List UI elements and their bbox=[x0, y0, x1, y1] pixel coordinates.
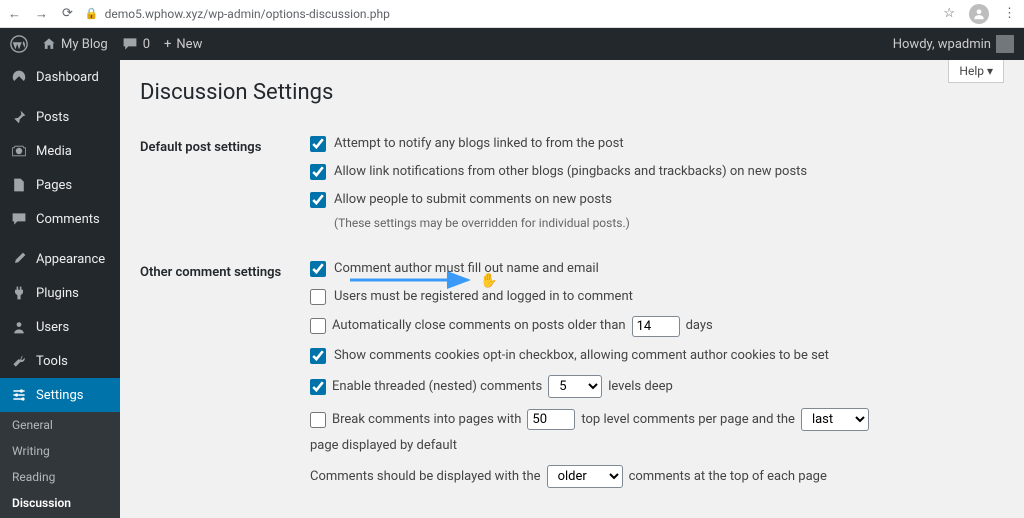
select-thread-depth[interactable]: 5 bbox=[548, 375, 602, 398]
opt-cookies-optin[interactable]: Show comments cookies opt-in checkbox, a… bbox=[310, 347, 1004, 365]
checkbox-cookies-optin[interactable] bbox=[310, 348, 326, 364]
new-content[interactable]: + New bbox=[164, 37, 202, 52]
opt-auto-close[interactable]: Automatically close comments on posts ol… bbox=[310, 316, 1004, 337]
checkbox-allow-pingbacks[interactable] bbox=[310, 164, 326, 180]
opt-notify-blogs[interactable]: Attempt to notify any blogs linked to fr… bbox=[310, 135, 1004, 153]
wrench-icon bbox=[10, 352, 28, 370]
opt-allow-comments[interactable]: Allow people to submit comments on new p… bbox=[310, 191, 1004, 209]
bookmark-icon[interactable]: ☆ bbox=[943, 6, 955, 21]
sidebar-item-posts[interactable]: Posts bbox=[0, 100, 120, 134]
sidebar-item-settings[interactable]: Settings bbox=[0, 378, 120, 412]
comments-bubble[interactable]: 0 bbox=[122, 36, 150, 52]
forward-icon[interactable]: → bbox=[35, 6, 48, 22]
page-icon bbox=[10, 176, 28, 194]
default-post-note: (These settings may be overridden for in… bbox=[334, 216, 1004, 230]
checkbox-require-name-email[interactable] bbox=[310, 261, 326, 277]
page-title: Discussion Settings bbox=[140, 80, 1004, 105]
new-label: New bbox=[176, 37, 202, 52]
wp-admin-bar: My Blog 0 + New Howdy, wpadmin bbox=[0, 28, 1024, 60]
plus-icon: + bbox=[164, 37, 171, 52]
opt-threaded[interactable]: Enable threaded (nested) comments 5 leve… bbox=[310, 375, 1004, 398]
opt-allow-pingbacks[interactable]: Allow link notifications from other blog… bbox=[310, 163, 1004, 181]
checkbox-notify-blogs[interactable] bbox=[310, 136, 326, 152]
site-name: My Blog bbox=[61, 37, 108, 52]
sidebar-item-plugins[interactable]: Plugins bbox=[0, 276, 120, 310]
checkbox-threaded[interactable] bbox=[310, 379, 326, 395]
submenu-general[interactable]: General bbox=[0, 412, 120, 438]
main-content: Help ▾ Discussion Settings Default post … bbox=[120, 60, 1024, 518]
checkbox-paginate[interactable] bbox=[310, 412, 326, 428]
settings-submenu: General Writing Reading Discussion Media… bbox=[0, 412, 120, 518]
admin-sidebar: Dashboard Posts Media Pages Comments App… bbox=[0, 60, 120, 518]
browser-toolbar: ← → ⟳ 🔒 demo5.wphow.xyz/wp-admin/options… bbox=[0, 0, 1024, 28]
sidebar-item-media[interactable]: Media bbox=[0, 134, 120, 168]
comment-icon bbox=[10, 210, 28, 228]
opt-paginate[interactable]: Break comments into pages with top level… bbox=[310, 408, 1004, 455]
avatar-icon bbox=[996, 35, 1014, 53]
user-icon bbox=[10, 318, 28, 336]
section-other-heading: Other comment settings bbox=[140, 250, 310, 509]
home-icon bbox=[42, 37, 56, 51]
checkbox-allow-comments[interactable] bbox=[310, 192, 326, 208]
input-close-days[interactable] bbox=[632, 316, 680, 337]
site-link[interactable]: My Blog bbox=[42, 37, 108, 52]
opt-require-name-email[interactable]: Comment author must fill out name and em… bbox=[310, 260, 1004, 278]
section-email-heading: Email me whenever bbox=[140, 508, 310, 518]
sidebar-item-dashboard[interactable]: Dashboard bbox=[0, 60, 120, 94]
submenu-writing[interactable]: Writing bbox=[0, 438, 120, 464]
howdy-text: Howdy, wpadmin bbox=[893, 37, 991, 52]
sidebar-item-tools[interactable]: Tools bbox=[0, 344, 120, 378]
select-comment-order[interactable]: older bbox=[547, 465, 623, 488]
submenu-discussion[interactable]: Discussion bbox=[0, 490, 120, 516]
opt-comment-order: Comments should be displayed with the ol… bbox=[310, 465, 1004, 488]
sidebar-item-users[interactable]: Users bbox=[0, 310, 120, 344]
help-button[interactable]: Help ▾ bbox=[948, 60, 1004, 83]
address-bar[interactable]: 🔒 demo5.wphow.xyz/wp-admin/options-discu… bbox=[85, 7, 931, 21]
plugin-icon bbox=[10, 284, 28, 302]
reload-icon[interactable]: ⟳ bbox=[62, 6, 73, 21]
lock-icon: 🔒 bbox=[85, 7, 99, 20]
submenu-reading[interactable]: Reading bbox=[0, 464, 120, 490]
section-default-post-heading: Default post settings bbox=[140, 125, 310, 250]
back-icon[interactable]: ← bbox=[8, 6, 21, 22]
pin-icon bbox=[10, 108, 28, 126]
brush-icon bbox=[10, 250, 28, 268]
sliders-icon bbox=[10, 386, 28, 404]
dashboard-icon bbox=[10, 68, 28, 86]
profile-icon[interactable] bbox=[969, 4, 989, 24]
howdy-user[interactable]: Howdy, wpadmin bbox=[893, 35, 1014, 53]
media-icon bbox=[10, 142, 28, 160]
sidebar-item-comments[interactable]: Comments bbox=[0, 202, 120, 236]
sidebar-item-appearance[interactable]: Appearance bbox=[0, 242, 120, 276]
opt-require-registration[interactable]: Users must be registered and logged in t… bbox=[310, 288, 1004, 306]
menu-icon[interactable]: ⋮ bbox=[1003, 6, 1016, 21]
sidebar-item-pages[interactable]: Pages bbox=[0, 168, 120, 202]
comment-count: 0 bbox=[143, 37, 150, 52]
input-per-page[interactable] bbox=[527, 409, 575, 430]
checkbox-require-registration[interactable] bbox=[310, 289, 326, 305]
url-text: demo5.wphow.xyz/wp-admin/options-discuss… bbox=[105, 7, 390, 21]
wp-logo-icon[interactable] bbox=[10, 35, 28, 53]
comment-icon bbox=[122, 36, 138, 52]
select-default-page[interactable]: last bbox=[801, 408, 869, 431]
checkbox-auto-close[interactable] bbox=[310, 318, 326, 334]
